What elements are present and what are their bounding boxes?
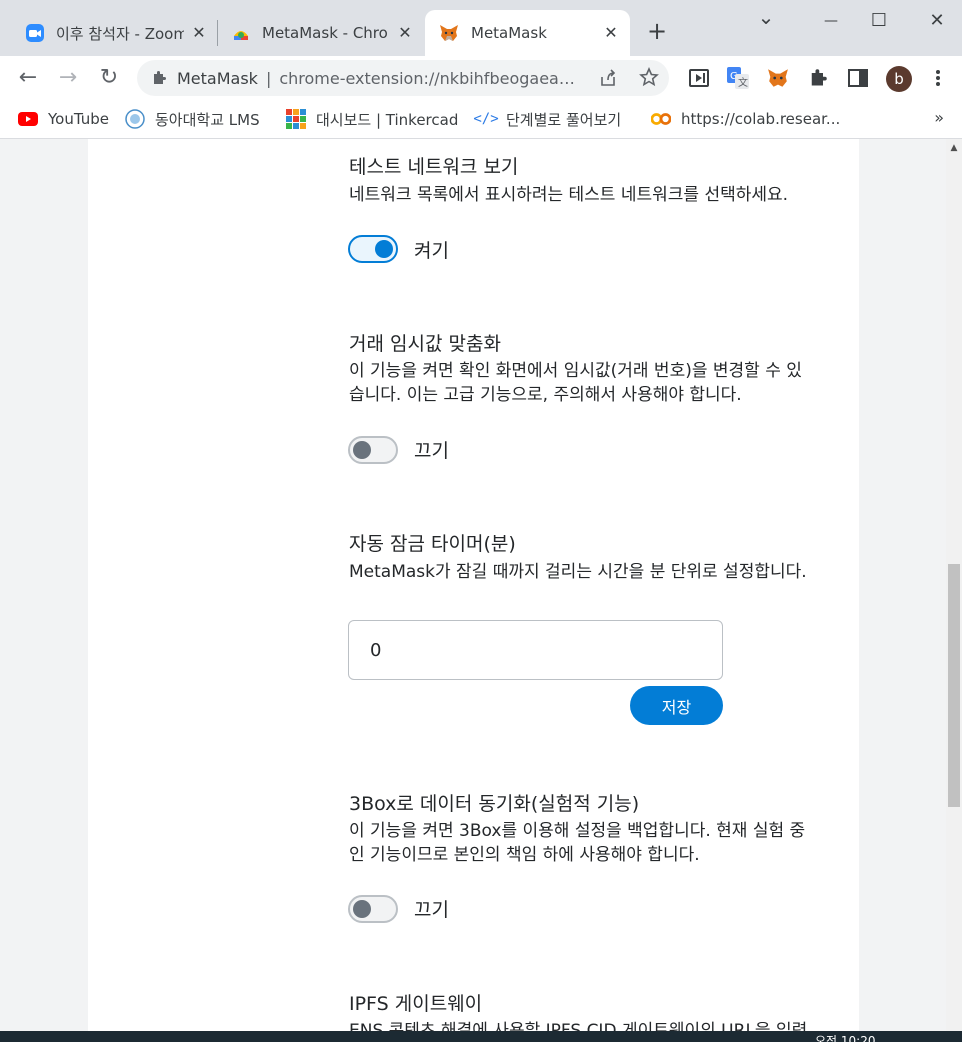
chrome-webstore-icon <box>232 24 250 42</box>
google-translate-icon[interactable]: G文 <box>726 66 750 90</box>
forward-button[interactable]: → <box>54 64 82 92</box>
page-scrollbar[interactable]: ▲ <box>946 139 962 1031</box>
address-bar[interactable]: MetaMask | chrome-extension://nkbihfbeog… <box>137 60 669 96</box>
extension-puzzle-icon <box>151 70 167 86</box>
custom-nonce-description-line1: 이 기능을 켜면 확인 화면에서 임시값(거래 번호)을 변경할 수 있 <box>349 361 802 381</box>
toggle-knob <box>375 240 393 258</box>
custom-nonce-title: 거래 임시값 맞춤화 <box>349 333 501 355</box>
test-networks-toggle[interactable] <box>348 235 398 263</box>
threebox-sync-description-line1: 이 기능을 켜면 3Box를 이용해 설정을 백업합니다. 현재 실험 중 <box>349 821 806 841</box>
custom-nonce-description-line2: 습니다. 이는 고급 기능으로, 주의해서 사용해야 합니다. <box>349 385 742 405</box>
metamask-settings-page: 테스트 네트워크 보기 네트워크 목록에서 표시하려는 테스트 네트워크를 선택… <box>0 139 946 1031</box>
tab-title: MetaMask - Chrome <box>262 24 388 42</box>
site-name: MetaMask <box>177 68 258 88</box>
media-controls-icon[interactable] <box>687 66 711 90</box>
metamask-extension-icon[interactable] <box>766 66 790 90</box>
browser-toolbar: ← → ↻ MetaMask | chrome-extension://nkbi… <box>0 56 962 100</box>
new-tab-button[interactable]: + <box>645 19 669 44</box>
url-text: chrome-extension://nkbihfbeogaeao... <box>279 68 580 88</box>
profile-avatar[interactable]: b <box>886 66 912 92</box>
auto-lock-save-button[interactable]: 저장 <box>630 686 723 725</box>
close-window-button[interactable]: ✕ <box>924 8 950 34</box>
tab-title: 이후 참석자 - Zoom <box>56 24 184 43</box>
bookmark-label: https://colab.resear... <box>681 110 841 128</box>
threebox-sync-title: 3Box로 데이터 동기화(실험적 기능) <box>349 793 640 815</box>
toggle-knob <box>353 441 371 459</box>
bookmark-label: YouTube <box>48 110 109 128</box>
tab-strip: 이후 참석자 - Zoom ✕ MetaMask - Chrome ✕ Meta… <box>0 0 962 56</box>
test-networks-title: 테스트 네트워크 보기 <box>349 156 519 178</box>
chrome-menu-icon[interactable] <box>926 66 950 90</box>
ipfs-gateway-title: IPFS 게이트웨이 <box>349 993 483 1015</box>
share-icon[interactable] <box>599 69 617 91</box>
auto-lock-title: 자동 잠금 타이머(분) <box>349 533 516 555</box>
tab-zoom[interactable]: 이후 참석자 - Zoom ✕ <box>14 10 216 56</box>
bookmarks-bar: YouTube 동아대학교 LMS 대시보드 | Tinkercad </> 단… <box>0 100 962 139</box>
extensions-puzzle-icon[interactable] <box>806 66 830 90</box>
tab-metamask[interactable]: MetaMask ✕ <box>425 10 630 56</box>
tinkercad-icon <box>286 109 306 129</box>
threebox-sync-description-line2: 인 기능이므로 본인의 책임 하에 사용해야 합니다. <box>349 845 700 865</box>
bookmark-label: 대시보드 | Tinkercad <box>316 110 459 129</box>
tab-title: MetaMask <box>471 24 547 42</box>
bookmark-tinkercad[interactable]: 대시보드 | Tinkercad <box>286 107 458 131</box>
side-panel-icon[interactable] <box>846 66 870 90</box>
bookmark-donga-lms[interactable]: 동아대학교 LMS <box>125 107 260 131</box>
test-networks-toggle-label: 켜기 <box>414 240 449 262</box>
auto-lock-minutes-input[interactable] <box>348 620 723 680</box>
scroll-up-arrow-icon[interactable]: ▲ <box>946 143 962 155</box>
zoom-icon <box>26 24 44 42</box>
code-icon: </> <box>473 111 499 127</box>
threebox-sync-toggle[interactable] <box>348 895 398 923</box>
address-separator: | <box>265 68 272 88</box>
auto-lock-description: MetaMask가 잠길 때까지 걸리는 시간을 분 단위로 설정합니다. <box>349 562 807 582</box>
tab-close-icon[interactable]: ✕ <box>188 22 210 44</box>
bookmark-youtube[interactable]: YouTube <box>18 107 109 131</box>
youtube-icon <box>18 111 38 127</box>
minimize-button[interactable]: — <box>818 8 844 34</box>
bookmark-step-by-step[interactable]: </> 단계별로 풀어보기 <box>473 107 622 131</box>
bookmark-colab[interactable]: https://colab.resear... <box>651 107 840 131</box>
svg-text:文: 文 <box>738 76 748 89</box>
tab-chrome-webstore[interactable]: MetaMask - Chrome ✕ <box>222 10 422 56</box>
taskbar-clock: 오전 10:20 <box>815 1034 876 1042</box>
bookmarks-overflow-button[interactable]: » <box>934 108 944 127</box>
ipfs-gateway-description: ENS 콘텐츠 해결에 사용할 IPFS CID 게이트웨이의 URL을 입력 <box>349 1021 808 1031</box>
threebox-sync-toggle-label: 끄기 <box>414 899 449 921</box>
reload-button[interactable]: ↻ <box>95 64 123 92</box>
tab-close-icon[interactable]: ✕ <box>394 22 416 44</box>
dongA-university-icon <box>125 109 145 129</box>
tab-separator <box>217 20 218 46</box>
toggle-knob <box>353 900 371 918</box>
custom-nonce-toggle-label: 끄기 <box>414 440 449 462</box>
back-button[interactable]: ← <box>14 64 42 92</box>
scrollbar-thumb[interactable] <box>948 564 960 807</box>
bookmark-label: 동아대학교 LMS <box>155 110 260 129</box>
bookmark-label: 단계별로 풀어보기 <box>506 110 622 129</box>
metamask-fox-icon <box>439 24 459 42</box>
bookmark-star-icon[interactable] <box>639 66 659 91</box>
tab-close-icon[interactable]: ✕ <box>600 22 622 44</box>
custom-nonce-toggle[interactable] <box>348 436 398 464</box>
tab-search-dropdown-icon[interactable]: ⌄ <box>753 7 779 34</box>
maximize-button[interactable]: ☐ <box>866 8 892 34</box>
test-networks-description: 네트워크 목록에서 표시하려는 테스트 네트워크를 선택하세요. <box>349 185 789 205</box>
colab-icon <box>651 111 671 127</box>
